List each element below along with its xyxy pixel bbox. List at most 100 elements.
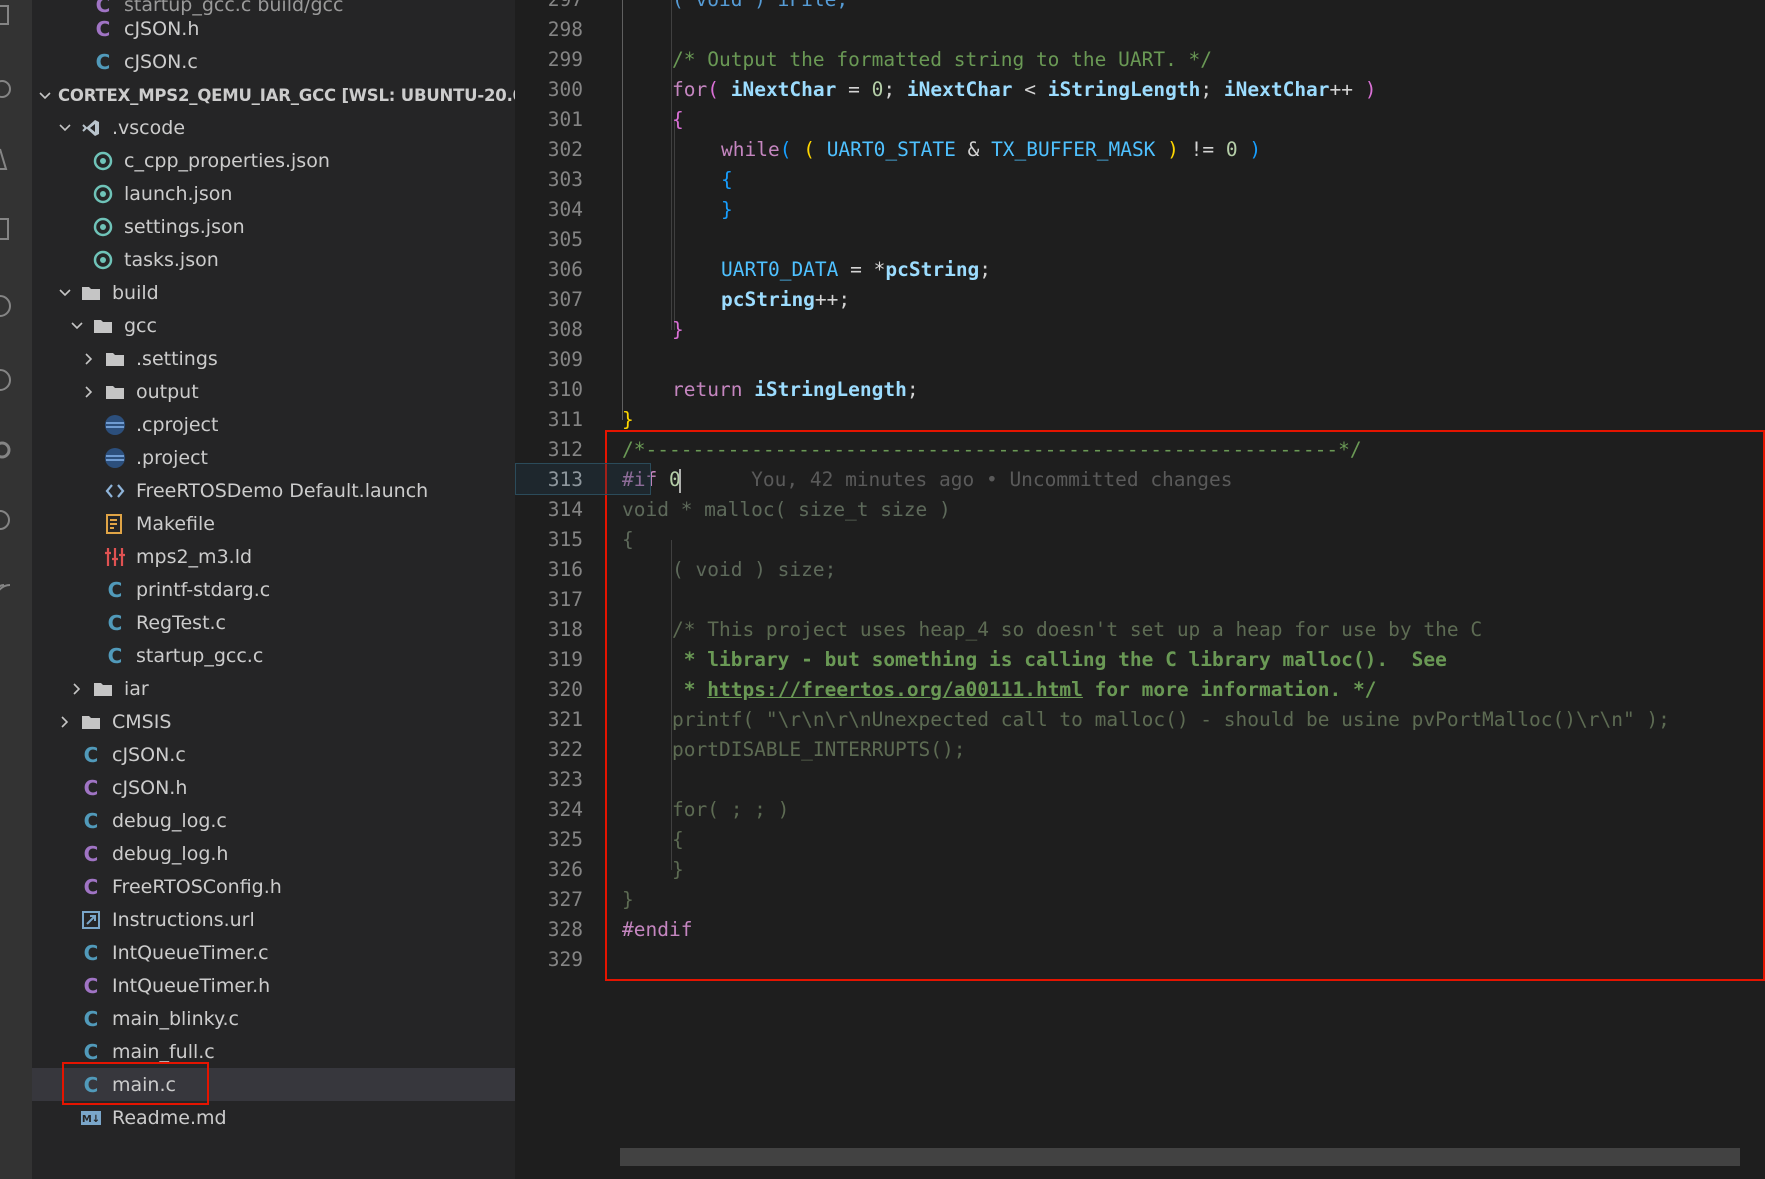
code-token: ( void ) iFile; [672,0,848,11]
file-label: Readme.md [112,1106,227,1129]
folder-settings[interactable]: .settings [32,342,515,375]
remote-explorer-icon[interactable] [0,290,18,320]
code-token: iStringLength [1047,78,1201,101]
file-cjson-c[interactable]: C cJSON.c [32,738,515,771]
c-file-icon: C [83,940,99,965]
highlight-box-main-c [62,1062,209,1105]
file-debug-log-h[interactable]: C debug_log.h [32,837,515,870]
code-text: ( void ) iFile; [672,0,848,15]
code-token: iNextChar [1223,78,1330,101]
line-number: 329 [547,948,583,971]
code-token: pcString [721,288,815,311]
file-tasks-json[interactable]: tasks.json [32,243,515,276]
settings-gear-icon[interactable] [0,435,18,465]
folder-iar[interactable]: iar [32,672,515,705]
line-number: 312 [547,438,583,461]
file-launch-json[interactable]: launch.json [32,177,515,210]
file-debug-log-c[interactable]: C debug_log.c [32,804,515,837]
folder-label: build [112,281,159,304]
testing-icon[interactable] [0,505,18,535]
code-line-306: 306 UART0_DATA = *pcString; [515,255,1765,285]
folder-icon [92,315,114,337]
line-number: 309 [547,348,583,371]
file-c-cpp-properties[interactable]: c_cpp_properties.json [32,144,515,177]
code-token: ) [1237,138,1262,161]
code-line-310: 310 return iStringLength; [515,375,1765,405]
vscode-folder-icon [80,117,102,139]
code-token: != [1190,138,1226,161]
file-intqueuetimer-c[interactable]: C IntQueueTimer.c [32,936,515,969]
code-comment: /* Output the formatted string to the UA… [672,48,1213,71]
c-file-icon: C [107,577,123,602]
line-number: 297 [515,0,583,15]
code-token: for [672,78,708,101]
line-number: 317 [547,588,583,611]
workspace-root-folder[interactable]: CORTEX_MPS2_QEMU_IAR_GCC [WSL: UBUNTU-20… [32,79,515,112]
file-label: cJSON.h [124,17,200,40]
file-readme-md[interactable]: M↓ Readme.md [32,1101,515,1134]
file-printf-stdarg-c[interactable]: C printf-stdarg.c [32,573,515,606]
folder-label: iar [124,677,149,700]
code-token: { [721,168,733,191]
horizontal-scrollbar[interactable] [620,1148,1740,1166]
code-token: = [836,78,872,101]
folder-build[interactable]: build [32,276,515,309]
folder-output[interactable]: output [32,375,515,408]
file-label: c_cpp_properties.json [124,149,330,172]
folder-gcc[interactable]: gcc [32,309,515,342]
code-line-301: 301 { [515,105,1765,135]
code-token: ) [1155,138,1191,161]
makefile-icon [104,513,126,535]
file-instructions-url[interactable]: Instructions.url [32,903,515,936]
extensions-icon[interactable] [0,365,18,395]
folder-icon [104,348,126,370]
file-cproject[interactable]: .cproject [32,408,515,441]
folder-cmsis[interactable]: CMSIS [32,705,515,738]
chevron-right-icon [68,680,86,698]
file-label: debug_log.h [112,842,229,865]
source-control-icon[interactable] [0,145,18,175]
code-token: < [1012,78,1048,101]
chevron-right-icon [56,713,74,731]
code-token: ( [779,138,792,161]
folder-icon [80,282,102,304]
file-main-blinky-c[interactable]: C main_blinky.c [32,1002,515,1035]
file-label: .cproject [136,413,219,436]
line-number: 302 [547,138,583,161]
broadcast-icon[interactable] [0,575,18,605]
chevron-down-icon [38,87,52,105]
run-debug-icon[interactable] [0,215,18,245]
folder-vscode[interactable]: .vscode [32,111,515,144]
file-regtest-c[interactable]: C RegTest.c [32,606,515,639]
code-text: for( iNextChar = 0; iNextChar < iStringL… [672,75,1377,105]
vscode-settings-file-icon [92,249,114,271]
file-project[interactable]: .project [32,441,515,474]
search-icon[interactable] [0,75,18,105]
file-label: startup_gcc.c [136,644,264,667]
code-text: UART0_DATA = *pcString; [721,255,991,285]
file-intqueuetimer-h[interactable]: C IntQueueTimer.h [32,969,515,1002]
file-settings-json[interactable]: settings.json [32,210,515,243]
code-editor[interactable]: 297 ( void ) iFile; 298 299 /* Output th… [515,0,1765,1179]
file-cjson-h[interactable]: C cJSON.h [32,771,515,804]
file-mps2-m3-ld[interactable]: mps2_m3.ld [32,540,515,573]
line-number: 298 [547,18,583,41]
line-number: 318 [547,618,583,641]
file-makefile[interactable]: Makefile [32,507,515,540]
folder-icon [80,711,102,733]
vscode-settings-file-icon [92,183,114,205]
url-shortcut-icon [80,909,102,931]
file-startup-gcc-c[interactable]: C startup_gcc.c [32,639,515,672]
file-cjson-c-top[interactable]: C cJSON.c [32,45,515,78]
vscode-settings-file-icon [92,216,114,238]
code-line-307: 307 pcString++; [515,285,1765,315]
file-cjson-h-top[interactable]: C cJSON.h [32,12,515,45]
file-freertosdemo-launch[interactable]: FreeRTOSDemo Default.launch [32,474,515,507]
c-file-icon: C [107,610,123,635]
line-number: 324 [547,798,583,821]
code-token: } [721,198,733,221]
code-token: = * [838,258,886,281]
c-file-icon: C [107,643,123,668]
explorer-icon[interactable] [0,0,18,30]
file-freertosconfig-h[interactable]: C FreeRTOSConfig.h [32,870,515,903]
